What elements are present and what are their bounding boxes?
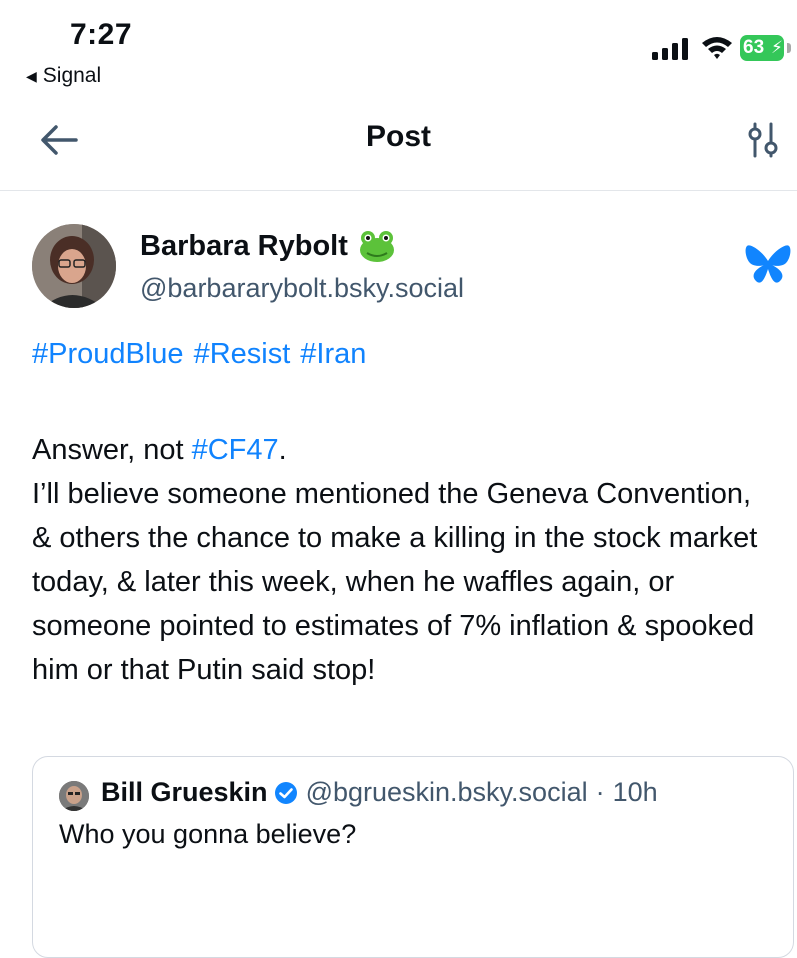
- page-title: Post: [365, 120, 431, 153]
- post-text: .: [278, 434, 287, 466]
- quote-handle[interactable]: @bgrueskin.bsky.social: [306, 777, 588, 808]
- quote-text: Who you gonna believe?: [59, 819, 357, 849]
- quote-author-name[interactable]: Bill Grueskin: [101, 777, 268, 808]
- filter-icon[interactable]: [746, 122, 780, 158]
- hashtag-link[interactable]: #Resist: [194, 338, 291, 370]
- hashtags: #ProudBlue #Resist #Iran: [32, 338, 376, 371]
- status-bar: 7:27 ◀ Signal 63 ⚡: [0, 0, 797, 100]
- frog-emoji-icon: [359, 231, 394, 262]
- post-text: I’ll believe someone mentioned the Genev…: [32, 478, 758, 686]
- author-handle[interactable]: @barbararybolt.bsky.social: [140, 273, 464, 304]
- wifi-icon: [702, 37, 732, 59]
- hashtag-link[interactable]: #Iran: [300, 338, 366, 370]
- charging-bolt-icon: ⚡: [771, 38, 783, 57]
- battery-icon: 63 ⚡: [740, 35, 792, 63]
- bluesky-butterfly-icon[interactable]: [744, 243, 792, 285]
- post-text: Answer, not: [32, 434, 192, 466]
- back-to-app-button[interactable]: ◀ Signal: [26, 64, 101, 88]
- avatar-image: [32, 224, 116, 308]
- verified-badge-icon: [274, 781, 297, 804]
- author-name[interactable]: Barbara Rybolt: [140, 229, 396, 263]
- author-name-text: Barbara Rybolt: [140, 229, 348, 262]
- navigation-header: Post: [0, 100, 797, 191]
- back-triangle-icon: ◀: [26, 67, 37, 84]
- quoted-post[interactable]: Bill Grueskin @bgrueskin.bsky.social · 1…: [32, 756, 794, 958]
- post-line-1: Answer, not #CF47.: [32, 428, 772, 472]
- avatar[interactable]: [32, 224, 116, 308]
- back-app-label: Signal: [42, 64, 102, 87]
- status-time: 7:27: [70, 18, 133, 51]
- hashtag-link[interactable]: #ProudBlue: [32, 338, 184, 370]
- hashtag-link[interactable]: #CF47: [192, 434, 279, 466]
- quote-separator: ·: [595, 777, 605, 807]
- quote-header: Bill Grueskin @bgrueskin.bsky.social · 1…: [101, 777, 658, 808]
- cellular-signal-icon: [652, 38, 688, 60]
- post-body: Answer, not #CF47. I’ll believe someone …: [32, 428, 772, 692]
- quote-time: 10h: [612, 777, 658, 807]
- quote-avatar: [59, 781, 89, 811]
- battery-level: 63: [743, 37, 765, 58]
